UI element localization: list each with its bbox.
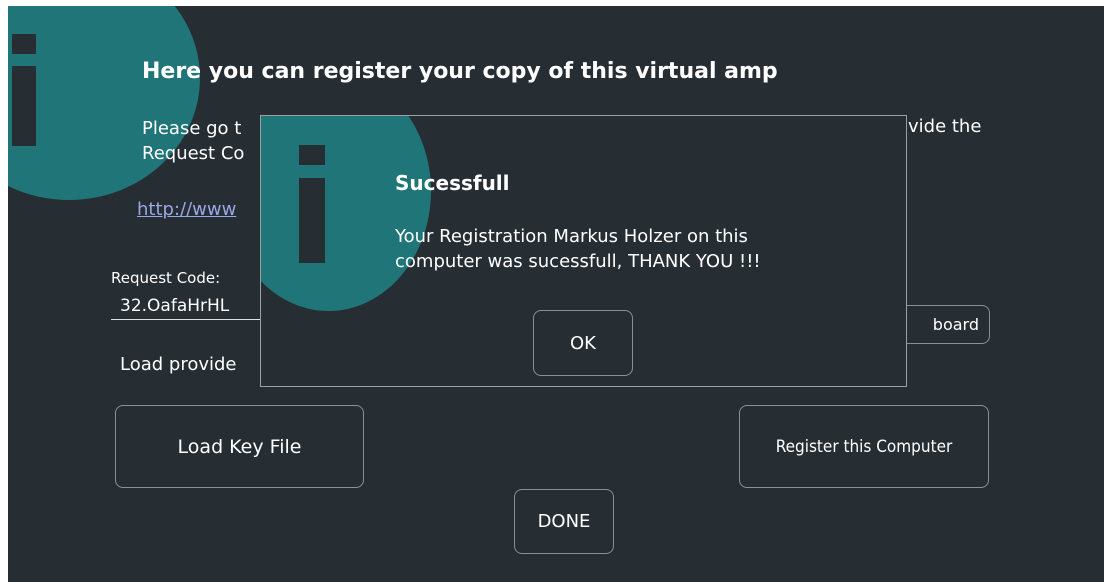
dialog-message-line-1: Your Registration Markus Holzer on this [395,226,748,247]
request-code-field[interactable]: 32.OafaHrHL [111,296,280,320]
instructions-text-right: vide the [908,116,982,137]
dialog-title: Sucessfull [395,171,510,195]
load-provided-key-label: Load provide [120,354,237,375]
info-icon [261,116,431,311]
instructions-line-1: Please go t [142,118,242,139]
instructions-line-2: Request Co [142,143,245,164]
load-key-file-button[interactable]: Load Key File [115,405,364,488]
dialog-message-line-2: computer was sucessfull, THANK YOU !!! [395,251,761,272]
registration-link[interactable]: http://www [137,199,236,220]
info-icon-stem [299,178,325,263]
info-icon-dot [12,34,36,54]
instructions-text: Please go t Request Co [142,116,244,166]
request-code-label: Request Code: [111,269,221,287]
dialog-message: Your Registration Markus Holzer on this … [395,224,761,274]
info-icon-stem [12,66,36,146]
ok-button[interactable]: OK [533,310,633,376]
done-button[interactable]: DONE [514,489,614,554]
success-dialog: Sucessfull Your Registration Markus Holz… [260,115,907,387]
registration-heading: Here you can register your copy of this … [142,59,778,84]
register-computer-button[interactable]: Register this Computer [739,405,989,488]
info-icon-dot [299,145,325,165]
info-icon [8,6,200,200]
